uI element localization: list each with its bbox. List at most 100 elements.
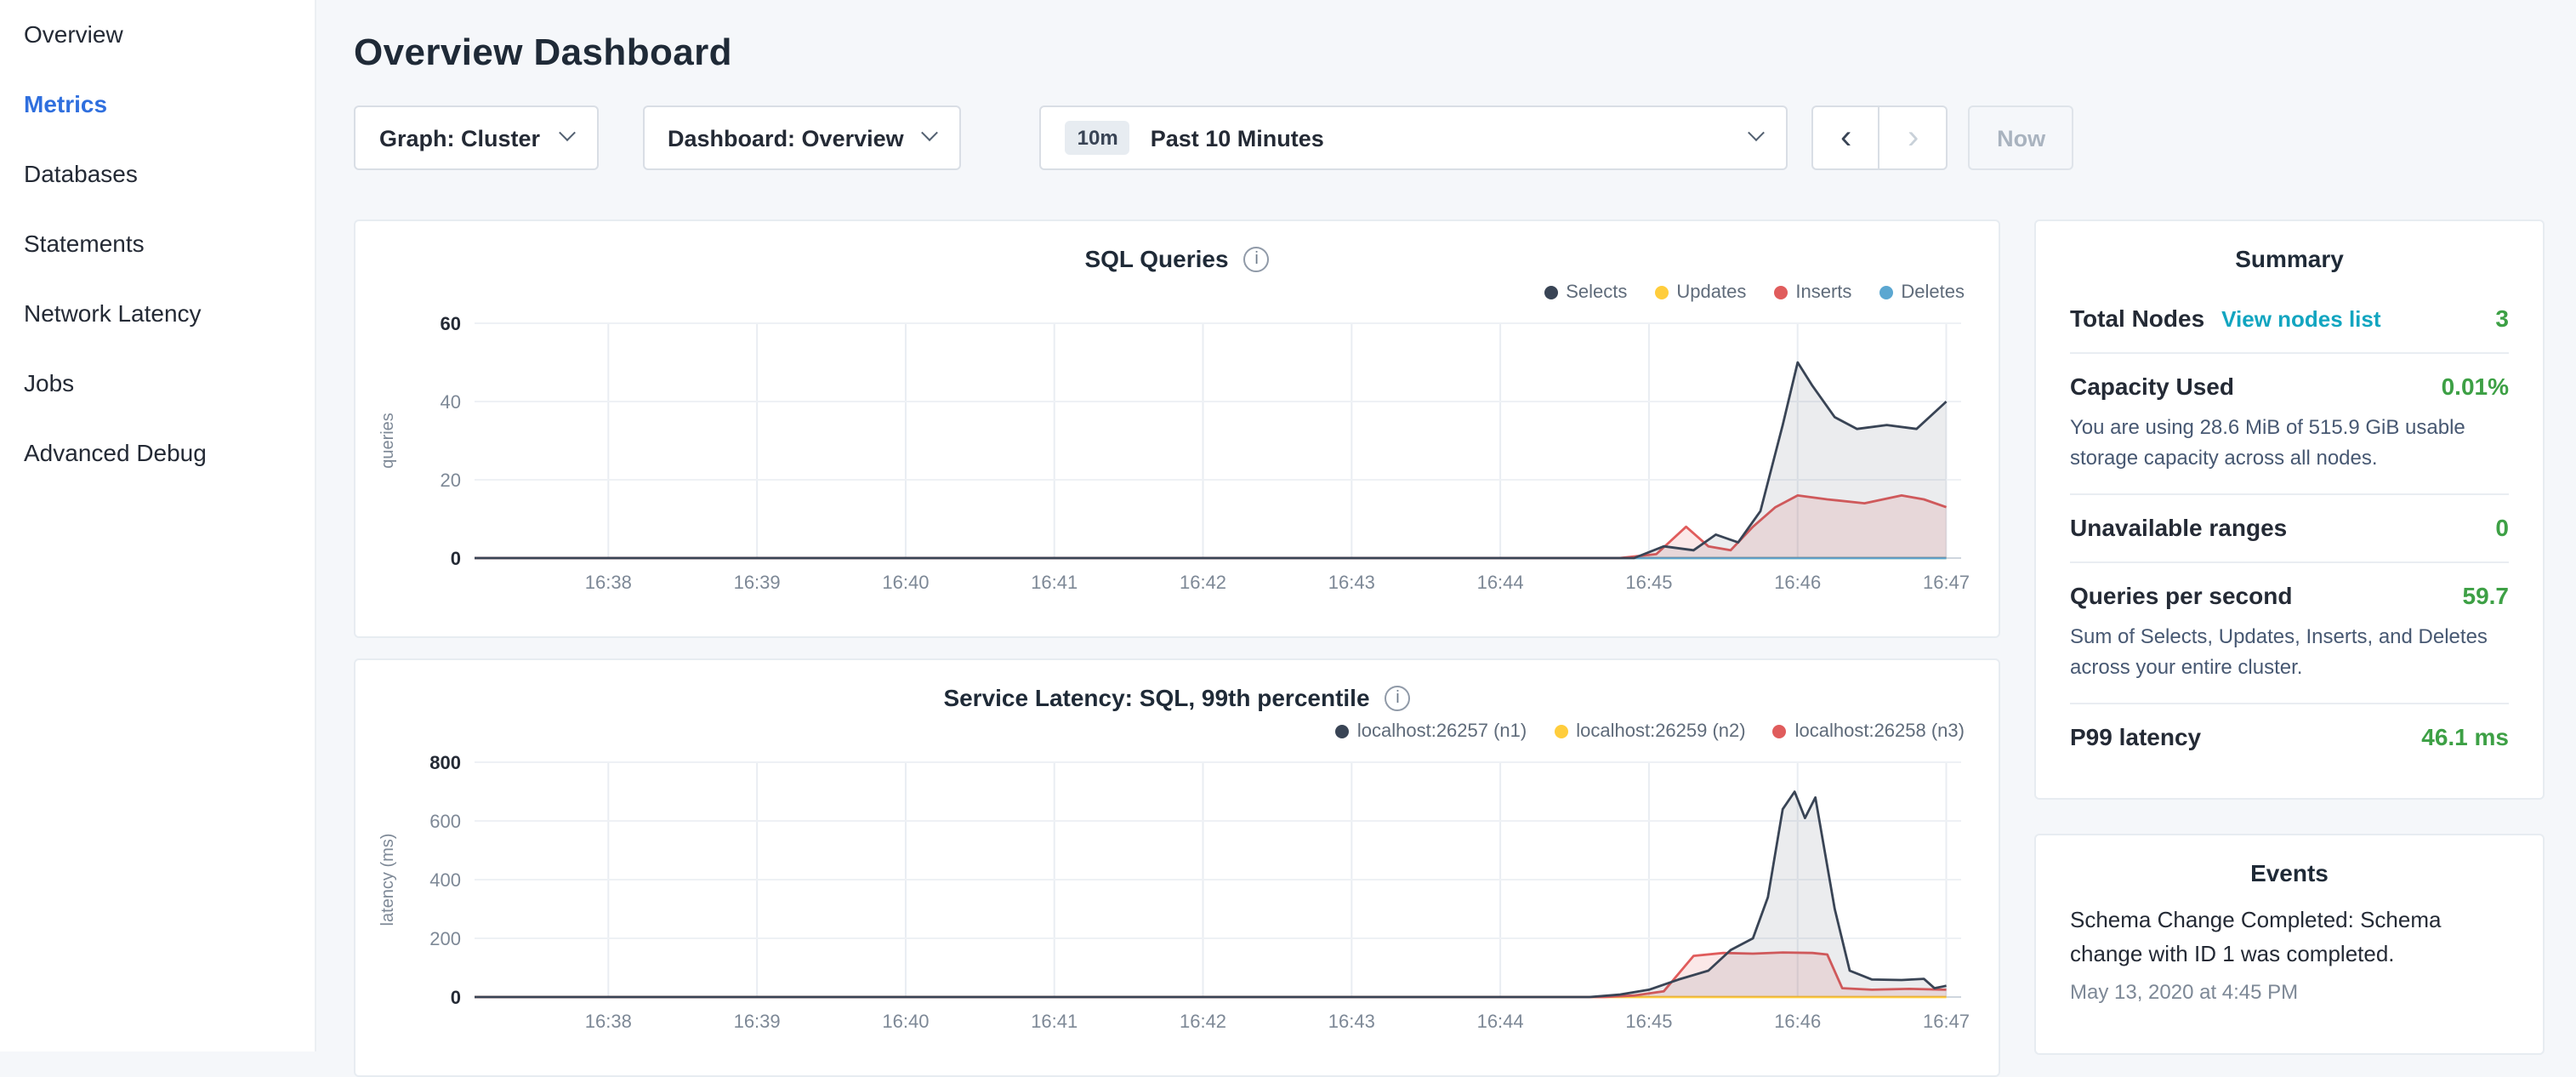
chevron-down-icon <box>1749 123 1766 140</box>
sidebar-item-network-latency[interactable]: Network Latency <box>0 279 315 349</box>
svg-text:16:46: 16:46 <box>1774 572 1821 593</box>
sidebar-item-advanced-debug[interactable]: Advanced Debug <box>0 419 315 488</box>
app-root: OverviewMetricsDatabasesStatementsNetwor… <box>0 0 2576 1051</box>
graph-dropdown[interactable]: Graph: Cluster <box>354 105 598 170</box>
summary-title: Summary <box>2070 245 2509 272</box>
legend-label: localhost:26257 (n1) <box>1357 721 1527 742</box>
svg-text:16:39: 16:39 <box>734 572 781 593</box>
svg-text:16:44: 16:44 <box>1477 1011 1524 1032</box>
chart-plot[interactable]: 16:3816:3916:4016:4116:4216:4316:4416:45… <box>369 310 1985 602</box>
legend-dot-icon <box>1335 725 1349 738</box>
svg-text:16:45: 16:45 <box>1625 1011 1672 1032</box>
legend-dot-icon <box>1554 725 1567 738</box>
sidebar: OverviewMetricsDatabasesStatementsNetwor… <box>0 0 316 1051</box>
summary-value: 3 <box>2495 305 2509 332</box>
svg-text:16:39: 16:39 <box>734 1011 781 1032</box>
svg-text:16:45: 16:45 <box>1625 572 1672 593</box>
svg-text:0: 0 <box>451 548 461 569</box>
main-content: Overview Dashboard Graph: Cluster Dashbo… <box>316 0 2576 1051</box>
info-icon[interactable]: i <box>1244 246 1270 271</box>
legend-item-selects: Selects <box>1544 279 1627 306</box>
legend-dot-icon <box>1773 725 1787 738</box>
chart-header: SQL Queries i <box>355 245 1999 272</box>
summary-row-total-nodes: Total NodesView nodes list 3 <box>2070 286 2509 354</box>
summary-label: Queries per second <box>2070 582 2292 609</box>
dashboard-content: SQL QueriesiSelectsUpdatesInsertsDeletes… <box>354 219 2553 1077</box>
now-button[interactable]: Now <box>1969 105 2074 170</box>
svg-text:200: 200 <box>429 928 461 949</box>
svg-text:16:42: 16:42 <box>1180 572 1226 593</box>
events-title: Events <box>2070 859 2509 886</box>
chart-plot-area[interactable]: 16:3816:3916:4016:4116:4216:4316:4416:45… <box>369 310 1985 602</box>
chart-title: SQL Queries <box>1084 245 1228 272</box>
page-title: Overview Dashboard <box>354 31 2553 75</box>
time-window-badge: 10m <box>1066 121 1130 155</box>
summary-line: P99 latency46.1 ms <box>2070 723 2509 750</box>
svg-text:16:47: 16:47 <box>1923 572 1970 593</box>
sidebar-item-metrics[interactable]: Metrics <box>0 70 315 140</box>
svg-text:16:41: 16:41 <box>1031 1011 1078 1032</box>
svg-text:16:40: 16:40 <box>882 572 929 593</box>
legend-label: localhost:26259 (n2) <box>1576 721 1745 742</box>
svg-text:16:47: 16:47 <box>1923 1011 1970 1032</box>
time-range-picker[interactable]: 10m Past 10 Minutes <box>1040 105 1788 170</box>
sidebar-nav: OverviewMetricsDatabasesStatementsNetwor… <box>0 0 315 488</box>
sidebar-item-overview[interactable]: Overview <box>0 0 315 70</box>
dashboard-dropdown[interactable]: Dashboard: Overview <box>642 105 962 170</box>
chart-header: Service Latency: SQL, 99th percentilei <box>355 684 1999 711</box>
chart-legend: localhost:26257 (n1) localhost:26259 (n2)… <box>355 718 1999 745</box>
time-prev-button[interactable]: ‹ <box>1812 105 1880 170</box>
chart-plot-area[interactable]: 16:3816:3916:4016:4116:4216:4316:4416:45… <box>369 749 1985 1041</box>
svg-text:16:41: 16:41 <box>1031 572 1078 593</box>
summary-value: 59.7 <box>2463 582 2510 609</box>
svg-text:16:46: 16:46 <box>1774 1011 1821 1032</box>
summary-row-queries-per-second: Queries per second59.7Sum of Selects, Up… <box>2070 563 2509 704</box>
summary-left: Queries per second <box>2070 582 2292 609</box>
summary-description: You are using 28.6 MiB of 515.9 GiB usab… <box>2070 412 2509 473</box>
legend-item-localhost-26259-n2: localhost:26259 (n2) <box>1554 718 1745 745</box>
sidebar-item-jobs[interactable]: Jobs <box>0 349 315 419</box>
summary-panel: Summary Total NodesView nodes list 3 Capac… <box>2034 219 2545 800</box>
svg-text:600: 600 <box>429 811 461 832</box>
summary-label: Unavailable ranges <box>2070 514 2287 541</box>
right-column: Summary Total NodesView nodes list 3 Capac… <box>2034 219 2545 1077</box>
svg-text:16:44: 16:44 <box>1477 572 1524 593</box>
legend-item-localhost-26257-n1: localhost:26257 (n1) <box>1335 718 1527 745</box>
event-item: Schema Change Completed: Schema change w… <box>2070 903 2509 1005</box>
chevron-down-icon <box>558 123 575 140</box>
summary-row-capacity-used: Capacity Used 0.01% You are using 28.6 MiB… <box>2070 354 2509 495</box>
sidebar-item-databases[interactable]: Databases <box>0 140 315 209</box>
time-next-button[interactable]: › <box>1880 105 1948 170</box>
svg-text:16:42: 16:42 <box>1180 1011 1226 1032</box>
time-range-label: Past 10 Minutes <box>1151 125 1324 151</box>
summary-line: Unavailable ranges 0 <box>2070 514 2509 541</box>
chart-plot[interactable]: 16:3816:3916:4016:4116:4216:4316:4416:45… <box>369 749 1985 1041</box>
svg-text:0: 0 <box>451 987 461 1008</box>
summary-value: 0.01% <box>2442 373 2509 400</box>
charts-column: SQL QueriesiSelectsUpdatesInsertsDeletes… <box>354 219 2000 1077</box>
summary-label: Capacity Used <box>2070 373 2234 400</box>
svg-text:20: 20 <box>441 470 461 491</box>
legend-dot-icon <box>1879 286 1892 299</box>
summary-value: 0 <box>2495 514 2509 541</box>
legend-label: Updates <box>1676 282 1746 303</box>
events-list: Schema Change Completed: Schema change w… <box>2070 903 2509 1005</box>
summary-left: Total NodesView nodes list <box>2070 305 2381 332</box>
chart-legend: SelectsUpdatesInsertsDeletes <box>355 279 1999 306</box>
event-time: May 13, 2020 at 4:45 PM <box>2070 981 2509 1005</box>
graph-dropdown-label: Graph: Cluster <box>379 125 540 151</box>
dashboard-dropdown-label: Dashboard: Overview <box>668 125 904 151</box>
legend-dot-icon <box>1773 286 1787 299</box>
view-nodes-list-link[interactable]: View nodes list <box>2221 306 2380 332</box>
svg-text:16:38: 16:38 <box>585 1011 632 1032</box>
legend-label: localhost:26258 (n3) <box>1795 721 1965 742</box>
legend-item-updates: Updates <box>1654 279 1746 306</box>
summary-row-p99-latency: P99 latency46.1 ms <box>2070 704 2509 771</box>
event-text: Schema Change Completed: Schema change w… <box>2070 903 2509 972</box>
legend-dot-icon <box>1544 286 1557 299</box>
sidebar-item-statements[interactable]: Statements <box>0 209 315 279</box>
svg-text:40: 40 <box>441 391 461 413</box>
svg-text:queries: queries <box>378 413 397 469</box>
info-icon[interactable]: i <box>1385 685 1411 710</box>
svg-text:60: 60 <box>441 313 461 334</box>
